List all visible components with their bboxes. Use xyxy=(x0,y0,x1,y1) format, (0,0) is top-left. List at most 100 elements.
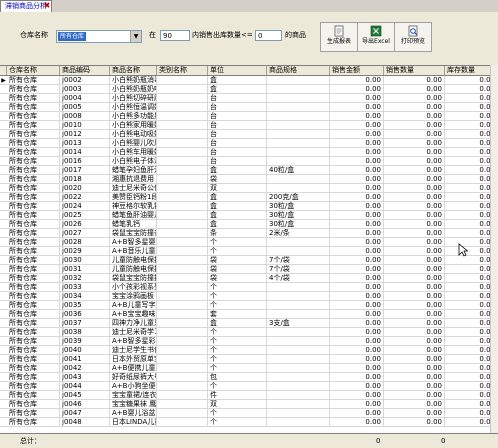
warehouse-select-value: 所有仓库 xyxy=(58,32,87,41)
table-cell xyxy=(157,121,208,130)
table-cell: 0.00 xyxy=(330,274,384,283)
table-cell: 小白熊多功能果 xyxy=(112,112,157,121)
table-cell: 0.00 xyxy=(330,328,384,337)
generate-report-button[interactable]: 生成报表 xyxy=(320,22,358,52)
table-cell: 0.00 xyxy=(330,247,384,256)
qty-input[interactable]: 0 xyxy=(255,30,282,41)
table-row[interactable]: 所有仓库 j0018 湘惠抗退费用袋 0.00 0.00 0.00 xyxy=(0,175,498,184)
table-cell xyxy=(267,409,330,418)
table-row[interactable]: 所有仓库 j0004 小白熊切碎研磨台 0.00 0.00 0.00 xyxy=(0,94,498,103)
table-row[interactable]: 所有仓库 j0020 迪士尼米奇公仔双 0.00 0.00 0.00 xyxy=(0,184,498,193)
table-cell: 所有仓库 xyxy=(7,355,60,364)
table-cell: 迪士尼米奇公仔 xyxy=(112,184,157,193)
table-row[interactable]: 所有仓库 j0026 蜡笔乳钙盒 30粒/盒 0.00 0.00 0.00 xyxy=(0,220,498,229)
column-header[interactable]: 商品编码 xyxy=(60,66,110,75)
table-cell: 所有仓库 xyxy=(7,193,60,202)
column-header[interactable]: 商品名称 xyxy=(110,66,157,75)
column-header[interactable]: 销售数量 xyxy=(384,66,445,75)
table-row[interactable]: ▶ 所有仓库 j0002 小白熊奶瓶消毒盒 0.00 0.00 0.00 xyxy=(0,76,498,85)
table-row[interactable]: 所有仓库 j0037 四神力净儿童牙盒 3支/盒 0.00 0.00 0.00 xyxy=(0,319,498,328)
table-row[interactable]: 所有仓库 j0008 小白熊多功能果台 0.00 0.00 0.00 xyxy=(0,112,498,121)
table-cell: j0032 xyxy=(60,274,110,283)
table-cell xyxy=(267,76,330,85)
table-row[interactable]: 所有仓库 j0038 迪士尼米奇学习个 0.00 0.00 0.00 xyxy=(0,328,498,337)
table-cell: 个 xyxy=(208,247,267,256)
table-row[interactable]: 所有仓库 j0005 小白熊恒温调奶台 0.00 0.00 0.00 xyxy=(0,103,498,112)
table-cell xyxy=(267,103,330,112)
table-row[interactable]: 所有仓库 j0045 宝宝童裙/连衣件 0.00 0.00 0.00 xyxy=(0,391,498,400)
table-row[interactable]: 所有仓库j0042A+B便携儿童餐个0.000.000.00 xyxy=(0,364,498,373)
table-row[interactable]: 所有仓库j0039A+B智多星彩视个0.000.000.00 xyxy=(0,337,498,346)
print-preview-label: 打印预览 xyxy=(400,38,425,45)
table-cell xyxy=(267,292,330,301)
table-cell: 所有仓库 xyxy=(7,157,60,166)
table-cell: j0029 xyxy=(60,247,110,256)
table-row[interactable]: 所有仓库 j0014 小白熊车用暖奶台 0.00 0.00 0.00 xyxy=(0,148,498,157)
table-row[interactable]: 所有仓库 j0043 好奇纸尿裤大号包 0.00 0.00 0.00 xyxy=(0,373,498,382)
table-row[interactable]: 所有仓库 j0031 儿童防触电保护袋 7个/袋 0.00 0.00 0.00 xyxy=(0,265,498,274)
table-row[interactable]: 所有仓库 j0003 小白熊奶瓶奶嘴盒 0.00 0.00 0.00 xyxy=(0,85,498,94)
table-cell xyxy=(157,355,208,364)
table-row[interactable]: 所有仓库j0035A+B儿童写字板个0.000.000.00 xyxy=(0,301,498,310)
filter-panel: 仓库名称 所有仓库 ▼ 在 90 内销售出库数量<= 0 的商品 生成报表 导出… xyxy=(0,12,498,53)
table-row[interactable]: 所有仓库 j0032 袋鼠宝宝防撞护袋 4个/袋 0.00 0.00 0.00 xyxy=(0,274,498,283)
vertical-scrollbar[interactable] xyxy=(490,65,498,433)
column-header[interactable]: 单位 xyxy=(208,66,267,75)
table-cell xyxy=(267,238,330,247)
chevron-down-icon[interactable]: ▼ xyxy=(130,31,141,42)
table-row[interactable]: 所有仓库 j0024 神豆格尔软乳钙盒 30粒/盒 0.00 0.00 0.00 xyxy=(0,202,498,211)
table-cell xyxy=(267,328,330,337)
table-row[interactable]: 所有仓库j0044A+B小狗坐便器个0.000.000.00 xyxy=(0,382,498,391)
column-header[interactable]: 销售金额 xyxy=(330,66,384,75)
table-row[interactable]: 所有仓库 j0016 小白熊电子体温台 0.00 0.00 0.00 xyxy=(0,157,498,166)
table-cell: 迪士尼米奇学习 xyxy=(112,328,157,337)
table-row[interactable]: 所有仓库 j0034 宝宝涂鸦画板个 0.00 0.00 0.00 xyxy=(0,292,498,301)
export-excel-button[interactable]: 导出Excel xyxy=(357,22,395,52)
table-row[interactable]: 所有仓库 j0048 日本LINDA儿童个 0.00 0.00 0.00 xyxy=(0,418,498,427)
table-cell: 0.00 xyxy=(384,112,445,121)
column-header[interactable]: 类别名称 xyxy=(157,66,208,75)
sales-qty-total: 0 xyxy=(376,437,381,445)
table-row[interactable]: 所有仓库j0036A+B宝宝趣味多套0.000.000.00 xyxy=(0,310,498,319)
table-row[interactable]: 所有仓库 j0041 日本外贸原单宝个 0.00 0.00 0.00 xyxy=(0,355,498,364)
table-cell: 200克/盒 xyxy=(267,193,330,202)
table-cell xyxy=(157,211,208,220)
table-row[interactable]: 所有仓库 j0010 小白熊家用暖奶台 0.00 0.00 0.00 xyxy=(0,121,498,130)
table-row[interactable]: 所有仓库 j0033 小个孩彩视系列个 0.00 0.00 0.00 xyxy=(0,283,498,292)
table-cell xyxy=(157,418,208,427)
table-row[interactable]: 所有仓库 j0046 宝宝糖果袜 鹰双 0.00 0.00 0.00 xyxy=(0,400,498,409)
row-indicator-header xyxy=(0,66,7,75)
table-row[interactable]: 所有仓库 j0047 A+B婴儿浴盆个 0.00 0.00 0.00 xyxy=(0,409,498,418)
table-cell: 0.00 xyxy=(330,319,384,328)
table-cell: 台 xyxy=(208,139,267,148)
table-row[interactable]: 所有仓库j0029A+B音乐儿童软个0.000.000.00 xyxy=(0,247,498,256)
table-cell: 0.00 xyxy=(384,184,445,193)
table-cell: A+B智多星婴儿 xyxy=(112,238,157,247)
table-cell xyxy=(157,166,208,175)
results-grid: 仓库名称 商品编码 商品名称 类别名称 单位 商品规格 销售金额 销售数量 库存数量 ▶ 所有仓库… xyxy=(0,65,498,434)
table-cell: j0016 xyxy=(60,157,110,166)
table-cell: 蜡笔鱼肝油婴儿 xyxy=(112,211,157,220)
table-row[interactable]: 所有仓库 j0012 小白熊电动吸奶台 0.00 0.00 0.00 xyxy=(0,130,498,139)
table-cell: 盒 xyxy=(208,166,267,175)
days-input[interactable]: 90 xyxy=(160,30,190,41)
table-cell: 0.00 xyxy=(330,184,384,193)
table-row[interactable]: 所有仓库 j0025 蜡笔鱼肝油婴儿盒 30粒/盒 0.00 0.00 0.00 xyxy=(0,211,498,220)
table-row[interactable]: 所有仓库 j0022 美赞臣钙粉1段盒 200克/盒 0.00 0.00 0.00 xyxy=(0,193,498,202)
table-cell: 袋 xyxy=(208,265,267,274)
table-row[interactable]: 所有仓库 j0013 小白熊婴儿吹风台 0.00 0.00 0.00 xyxy=(0,139,498,148)
table-cell: 0.00 xyxy=(384,337,445,346)
warehouse-select[interactable]: 所有仓库 ▼ xyxy=(56,30,142,43)
table-cell: 40粒/盒 xyxy=(267,166,330,175)
table-row[interactable]: 所有仓库 j0017 蜡笔孕妇鱼肝油盒 40粒/盒 0.00 0.00 0.00 xyxy=(0,166,498,175)
table-row[interactable]: 所有仓库 j0027 袋鼠宝宝防撞条条 2米/条 0.00 0.00 0.00 xyxy=(0,229,498,238)
table-row[interactable]: 所有仓库 j0030 儿童防触电保护袋 7个/袋 0.00 0.00 0.00 xyxy=(0,256,498,265)
table-row[interactable]: 所有仓库j0028A+B智多星婴儿个0.000.000.00 xyxy=(0,238,498,247)
close-tab-icon[interactable]: ✖ xyxy=(42,0,52,11)
table-row[interactable]: 所有仓库 j0040 迪士尼学生书包个 0.00 0.00 0.00 xyxy=(0,346,498,355)
column-header[interactable]: 仓库名称 xyxy=(7,66,60,75)
print-preview-button[interactable]: 打印预览 xyxy=(394,22,432,52)
table-cell: 宝宝涂鸦画板 xyxy=(110,292,157,301)
column-header[interactable]: 商品规格 xyxy=(267,66,330,75)
current-row-indicator-icon: ▶ xyxy=(1,77,6,84)
